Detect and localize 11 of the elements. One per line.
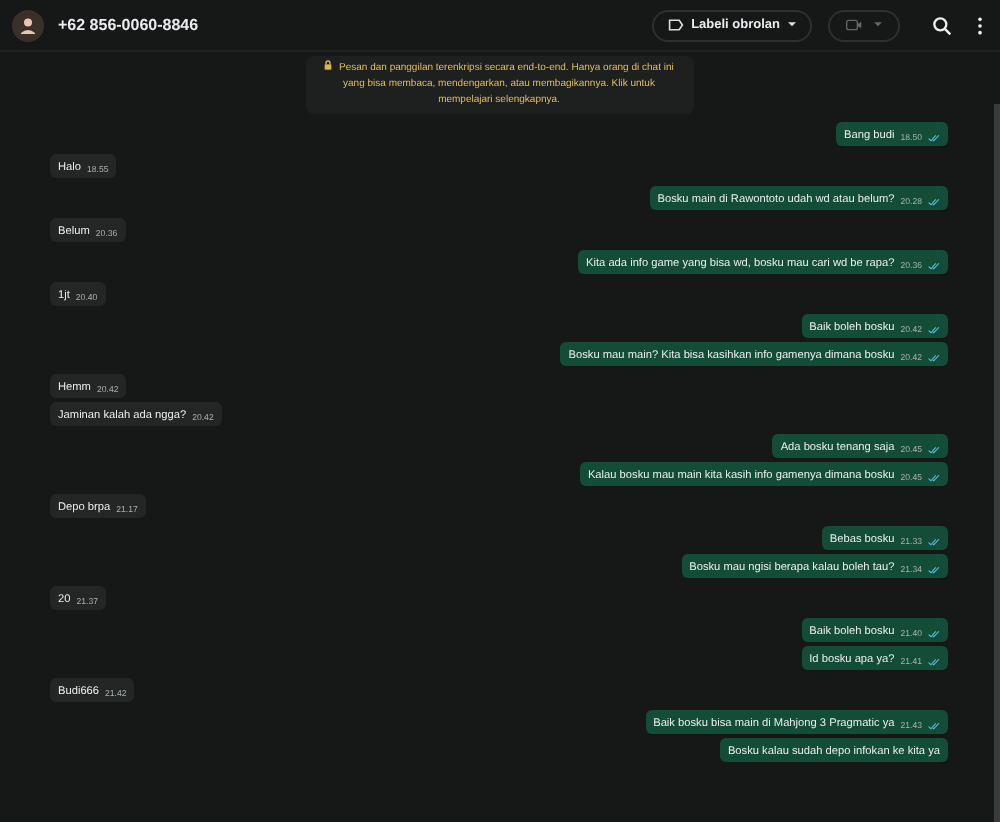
menu-icon[interactable] [976, 15, 984, 35]
scrollbar[interactable] [994, 104, 1000, 822]
caret-icon [788, 22, 796, 28]
lock-icon [324, 60, 333, 70]
label-icon [667, 18, 684, 32]
caret-icon [874, 22, 882, 28]
avatar-icon[interactable] [12, 9, 44, 41]
video-call-button[interactable] [828, 9, 900, 41]
search-icon[interactable] [932, 15, 952, 35]
video-camera-icon [846, 18, 862, 32]
contact-name[interactable]: +62 856-0060-8846 [58, 16, 199, 34]
